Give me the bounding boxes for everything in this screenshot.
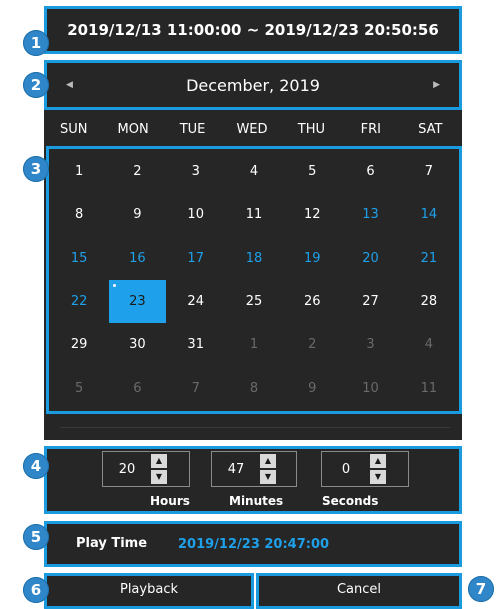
section-1-highlight <box>44 6 462 54</box>
section-6-highlight <box>44 573 254 609</box>
play-time-value: 2019/12/23 20:47:00 <box>178 537 330 552</box>
badge-7: 7 <box>468 576 494 602</box>
weekday-thu: THU <box>297 122 326 137</box>
minutes-down-icon[interactable]: ▼ <box>260 470 276 484</box>
section-3-highlight <box>46 146 462 414</box>
minutes-label: Minutes <box>229 494 284 508</box>
badge-5: 5 <box>23 524 49 550</box>
weekday-sun: SUN <box>59 122 88 137</box>
weekday-sat: SAT <box>418 122 443 137</box>
minutes-up-icon[interactable]: ▲ <box>260 454 276 468</box>
badge-2: 2 <box>23 72 49 98</box>
seconds-down-icon[interactable]: ▼ <box>370 470 386 484</box>
hours-down-icon[interactable]: ▼ <box>151 470 167 484</box>
seconds-label: Seconds <box>322 494 379 508</box>
seconds-spinner[interactable]: 0 ▲ ▼ <box>321 451 409 487</box>
weekday-header: SUN MON TUE WED THU FRI SAT <box>44 114 460 146</box>
hours-up-icon[interactable]: ▲ <box>151 454 167 468</box>
badge-3: 3 <box>23 156 49 182</box>
hours-spinner[interactable]: 20 ▲ ▼ <box>102 451 190 487</box>
badge-1: 1 <box>23 30 49 56</box>
divider <box>60 427 450 428</box>
play-time-label: Play Time <box>76 536 148 551</box>
weekday-wed: WED <box>236 122 268 137</box>
minutes-value[interactable]: 47 <box>212 462 260 477</box>
weekday-mon: MON <box>117 122 149 137</box>
section-7-highlight <box>256 573 462 609</box>
weekday-tue: TUE <box>179 122 206 137</box>
weekday-fri: FRI <box>360 122 381 137</box>
seconds-up-icon[interactable]: ▲ <box>370 454 386 468</box>
badge-6: 6 <box>23 577 49 603</box>
hours-label: Hours <box>150 494 190 508</box>
seconds-value[interactable]: 0 <box>322 462 370 477</box>
section-2-highlight <box>44 60 462 110</box>
hours-value[interactable]: 20 <box>103 462 151 477</box>
minutes-spinner[interactable]: 47 ▲ ▼ <box>211 451 297 487</box>
badge-4: 4 <box>23 453 49 479</box>
